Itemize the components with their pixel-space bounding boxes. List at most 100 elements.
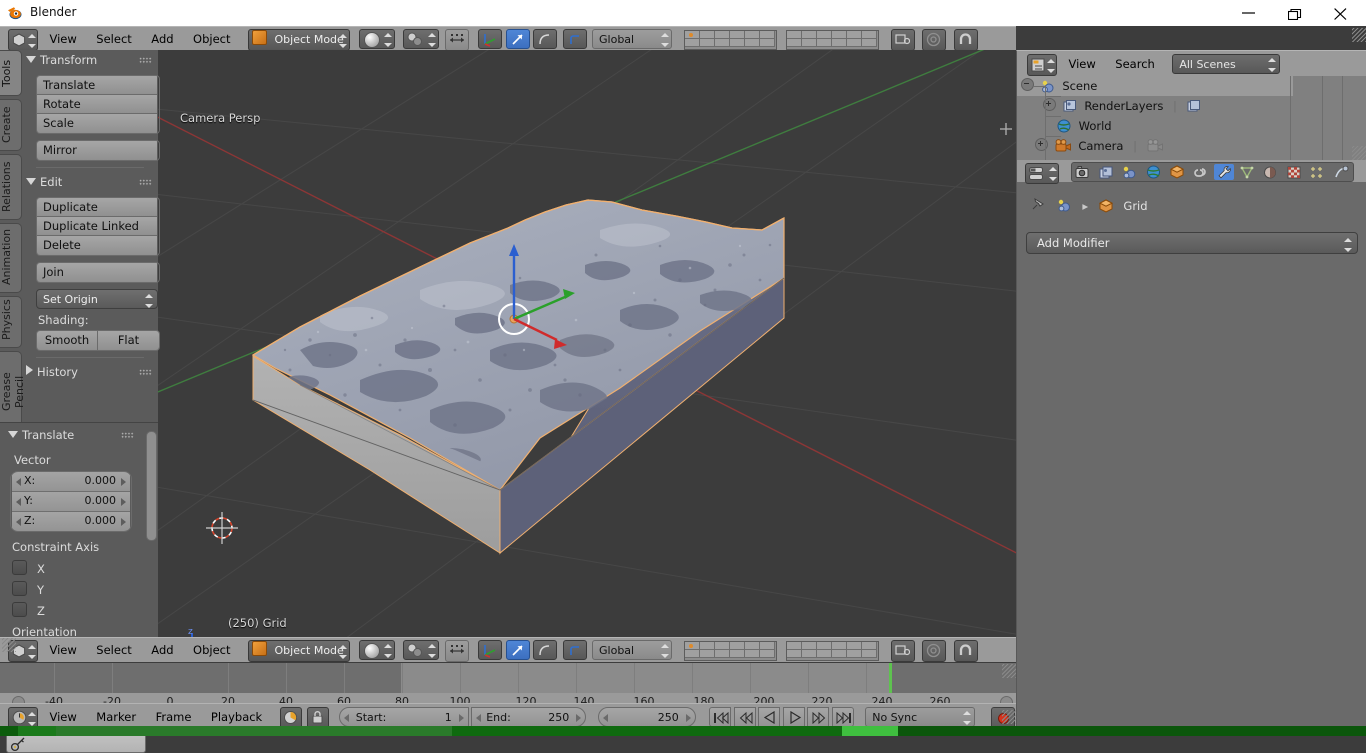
manipulator-toggle-button[interactable] bbox=[444, 29, 469, 51]
outliner-tree[interactable]: Scene RenderLayers | World Camera | bbox=[1016, 76, 1366, 216]
viewport2-menu-select[interactable]: Select bbox=[88, 638, 139, 662]
play-reverse-button[interactable] bbox=[758, 707, 781, 727]
toolshelf-tab-relations[interactable]: Relations bbox=[0, 154, 22, 220]
constraint-x-checkbox[interactable] bbox=[12, 560, 27, 575]
layer-cell[interactable] bbox=[847, 642, 863, 650]
manipulator-extra-button-2[interactable] bbox=[562, 640, 587, 660]
layer-cell[interactable] bbox=[714, 31, 730, 39]
vector-y-field[interactable]: Y: 0.000 bbox=[12, 492, 130, 512]
manipulator-toggle-button-2[interactable] bbox=[444, 640, 469, 662]
manipulator-translate-button[interactable] bbox=[478, 29, 503, 49]
panel-header-history[interactable]: History bbox=[22, 362, 158, 382]
decrement-arrow-icon[interactable] bbox=[16, 518, 21, 526]
layer-cell[interactable] bbox=[817, 31, 833, 39]
manipulator-rotate-button[interactable] bbox=[505, 29, 530, 49]
join-button[interactable]: Join bbox=[37, 263, 157, 282]
decrement-arrow-icon[interactable] bbox=[476, 714, 482, 722]
editor-type-selector[interactable] bbox=[8, 29, 38, 51]
layer-cell[interactable] bbox=[787, 650, 803, 658]
increment-arrow-icon[interactable] bbox=[458, 714, 464, 722]
toolshelf-tab-create[interactable]: Create bbox=[0, 99, 22, 151]
toolshelf-tab-animation[interactable]: Animation bbox=[0, 223, 22, 293]
layer-cell[interactable] bbox=[802, 650, 818, 658]
proportional-edit-button-2[interactable] bbox=[922, 640, 947, 662]
area-resize-grip[interactable] bbox=[1352, 146, 1366, 160]
layer-cell[interactable] bbox=[862, 39, 878, 47]
panel-header-transform[interactable]: Transform bbox=[22, 50, 158, 70]
manipulator-rotate-button-2[interactable] bbox=[505, 640, 530, 660]
properties-tab-particles[interactable] bbox=[1308, 164, 1328, 180]
layer-cell[interactable] bbox=[862, 31, 878, 39]
lock-camera-button[interactable] bbox=[890, 29, 915, 51]
layer-cell[interactable] bbox=[802, 39, 818, 47]
layer-cell[interactable] bbox=[744, 39, 760, 47]
properties-tab-texture[interactable] bbox=[1285, 164, 1305, 180]
jump-prev-keyframe-button[interactable] bbox=[733, 707, 756, 727]
shade-smooth-button[interactable]: Smooth bbox=[37, 331, 98, 350]
increment-arrow-icon[interactable] bbox=[121, 498, 126, 506]
properties-tab-data[interactable] bbox=[1238, 164, 1258, 180]
translate-button[interactable]: Translate bbox=[37, 76, 157, 95]
layer-cell[interactable] bbox=[699, 650, 715, 658]
layer-selector-block-1b[interactable] bbox=[683, 641, 777, 661]
layer-cell[interactable] bbox=[832, 642, 848, 650]
constraint-axis-x-row[interactable]: X bbox=[12, 560, 158, 577]
properties-tab-scene[interactable] bbox=[1120, 164, 1140, 180]
jump-to-start-button[interactable] bbox=[709, 707, 732, 727]
increment-arrow-icon[interactable] bbox=[121, 478, 126, 486]
vector-z-field[interactable]: Z: 0.000 bbox=[12, 512, 130, 531]
toolshelf-tab-tools[interactable]: Tools bbox=[0, 50, 22, 96]
viewport2-menu-view[interactable]: View bbox=[42, 638, 85, 662]
proportional-edit-button[interactable] bbox=[922, 29, 947, 51]
layer-cell[interactable] bbox=[847, 650, 863, 658]
layer-cell[interactable] bbox=[787, 39, 803, 47]
layer-cell[interactable] bbox=[862, 650, 878, 658]
manipulator-extra-button[interactable] bbox=[562, 29, 587, 49]
mirror-button[interactable]: Mirror bbox=[37, 141, 157, 160]
layer-cell[interactable] bbox=[729, 39, 745, 47]
scale-button[interactable]: Scale bbox=[37, 114, 157, 133]
layer-selector-block-2[interactable] bbox=[786, 30, 880, 50]
layer-cell[interactable] bbox=[802, 31, 818, 39]
layer-cell[interactable] bbox=[684, 650, 700, 658]
set-origin-dropdown[interactable]: Set Origin bbox=[36, 289, 158, 309]
area-resize-grip[interactable] bbox=[2, 638, 16, 652]
layer-cell[interactable] bbox=[817, 642, 833, 650]
layer-cell[interactable] bbox=[787, 642, 803, 650]
add-modifier-button[interactable]: Add Modifier bbox=[1026, 232, 1358, 254]
layer-cell[interactable] bbox=[832, 39, 848, 47]
pivot-point-selector-2[interactable] bbox=[403, 640, 440, 660]
decrement-arrow-icon[interactable] bbox=[602, 714, 608, 722]
decrement-arrow-icon[interactable] bbox=[16, 478, 21, 486]
window-maximize-button[interactable] bbox=[1272, 0, 1318, 26]
layer-cell[interactable] bbox=[729, 650, 745, 658]
shade-flat-button[interactable]: Flat bbox=[98, 331, 159, 350]
rotate-button[interactable]: Rotate bbox=[37, 95, 157, 114]
viewport-shading-selector[interactable] bbox=[358, 29, 395, 49]
layer-cell[interactable] bbox=[759, 650, 775, 658]
viewport-menu-add[interactable]: Add bbox=[143, 27, 181, 51]
manipulator-translate-button-2[interactable] bbox=[478, 640, 503, 660]
layer-cell[interactable] bbox=[729, 642, 745, 650]
transform-orientation-selector[interactable]: Global bbox=[592, 29, 673, 49]
layer-cell[interactable] bbox=[684, 642, 700, 650]
layer-cell[interactable] bbox=[714, 39, 730, 47]
layer-cell[interactable] bbox=[729, 31, 745, 39]
duplicate-button[interactable]: Duplicate bbox=[37, 198, 157, 217]
increment-arrow-icon[interactable] bbox=[685, 714, 691, 722]
layer-cell[interactable] bbox=[699, 39, 715, 47]
layer-cell[interactable] bbox=[802, 642, 818, 650]
jump-to-end-button[interactable] bbox=[831, 707, 854, 727]
current-frame-field[interactable]: 250 bbox=[597, 707, 696, 727]
manipulator-scale-button-2[interactable] bbox=[533, 640, 558, 660]
layer-selector-block-1[interactable] bbox=[683, 30, 777, 50]
layer-cell[interactable] bbox=[744, 642, 760, 650]
layer-cell[interactable] bbox=[862, 642, 878, 650]
layer-cell[interactable] bbox=[759, 642, 775, 650]
delete-button[interactable]: Delete bbox=[37, 236, 157, 255]
outliner-menu-view[interactable]: View bbox=[1061, 51, 1104, 77]
layer-cell[interactable] bbox=[684, 39, 700, 47]
play-button[interactable] bbox=[782, 707, 805, 727]
increment-arrow-icon[interactable] bbox=[576, 714, 582, 722]
duplicate-linked-button[interactable]: Duplicate Linked bbox=[37, 217, 157, 236]
